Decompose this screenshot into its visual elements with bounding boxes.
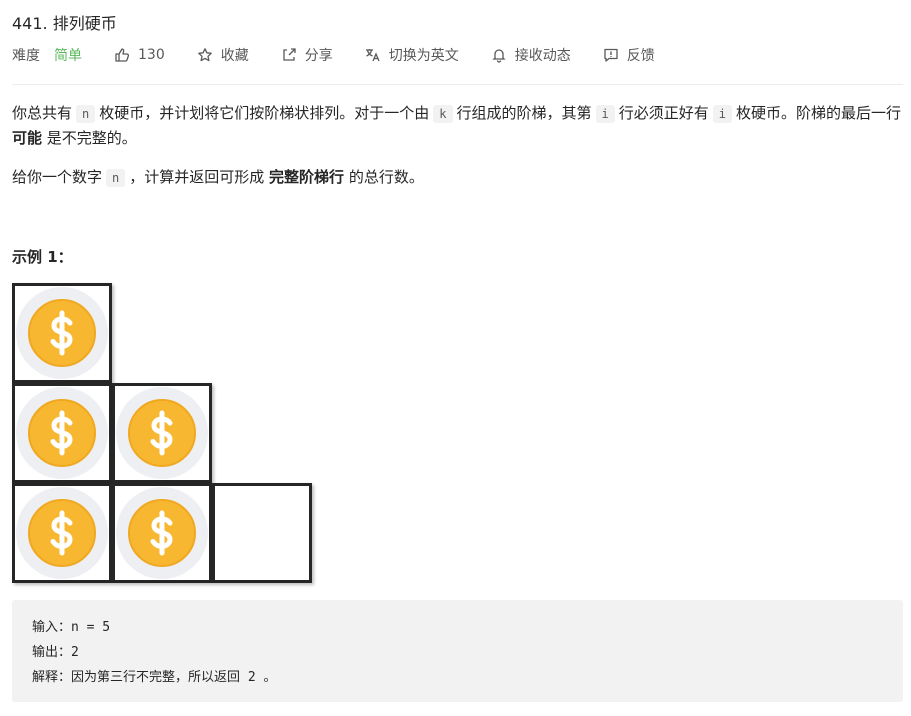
- switch-language-label: 切换为英文: [388, 48, 459, 64]
- example-explanation: 解释：因为第三行不完整，所以返回 2 。: [32, 670, 277, 685]
- like-count: 130: [138, 47, 165, 63]
- dollar-coin-icon: [128, 499, 196, 567]
- dollar-coin-icon: [28, 399, 96, 467]
- feedback-label: 反馈: [626, 48, 655, 64]
- dollar-coin-icon: [28, 299, 96, 367]
- description-paragraph-1: 你总共有 n 枚硬币，并计划将它们按阶梯状排列。对于一个由 k 行组成的阶梯，其第 i 行必…: [12, 104, 902, 147]
- coin-cell: [12, 283, 112, 383]
- inline-code: n: [106, 169, 126, 187]
- translate-icon: [365, 49, 380, 62]
- dollar-coin-icon: [128, 399, 196, 467]
- inline-code: k: [433, 105, 453, 123]
- share-icon: [283, 48, 296, 61]
- coin-staircase-illustration: [12, 283, 316, 587]
- inline-code: i: [595, 105, 615, 123]
- inline-code: i: [712, 105, 732, 123]
- coin-cell: [12, 383, 112, 483]
- problem-meta-bar: 难度 简单 130 收藏 分享 切换为英文 接收动态 反馈: [12, 44, 687, 66]
- header-divider: [12, 84, 903, 85]
- example-code-block: 输入：n = 5 输出：2 解释：因为第三行不完整，所以返回 2 。: [12, 600, 903, 702]
- feedback-icon: [604, 48, 618, 62]
- emphasis-text: 可能: [12, 129, 43, 147]
- difficulty-label: 难度: [12, 48, 40, 64]
- thumbs-up-icon: [115, 48, 130, 62]
- subscribe-label: 接收动态: [514, 48, 571, 64]
- bell-icon: [492, 49, 506, 63]
- example-input: 输入：n = 5: [32, 620, 111, 635]
- share-label: 分享: [304, 48, 333, 64]
- problem-title: 441. 排列硬币: [12, 14, 117, 33]
- favorite-label: 收藏: [220, 48, 249, 64]
- emphasis-text: 完整阶梯行: [269, 168, 345, 186]
- switch-language-button[interactable]: 切换为英文: [365, 45, 459, 65]
- feedback-button[interactable]: 反馈: [603, 45, 655, 65]
- star-icon: [197, 48, 212, 62]
- like-button[interactable]: 130: [114, 47, 165, 63]
- share-button[interactable]: 分享: [281, 45, 333, 65]
- coin-cell: [112, 483, 212, 583]
- description-paragraph-2: 给你一个数字 n ，计算并返回可形成 完整阶梯行 的总行数。: [12, 168, 424, 187]
- coin-cell: [112, 383, 212, 483]
- example-title: 示例 1：: [12, 248, 73, 266]
- dollar-coin-icon: [28, 499, 96, 567]
- favorite-button[interactable]: 收藏: [197, 45, 249, 65]
- example-output: 输出：2: [32, 645, 79, 660]
- empty-cell: [212, 483, 312, 583]
- coin-cell: [12, 483, 112, 583]
- inline-code: n: [76, 105, 96, 123]
- difficulty-badge: 简单: [54, 48, 82, 64]
- subscribe-button[interactable]: 接收动态: [491, 45, 571, 65]
